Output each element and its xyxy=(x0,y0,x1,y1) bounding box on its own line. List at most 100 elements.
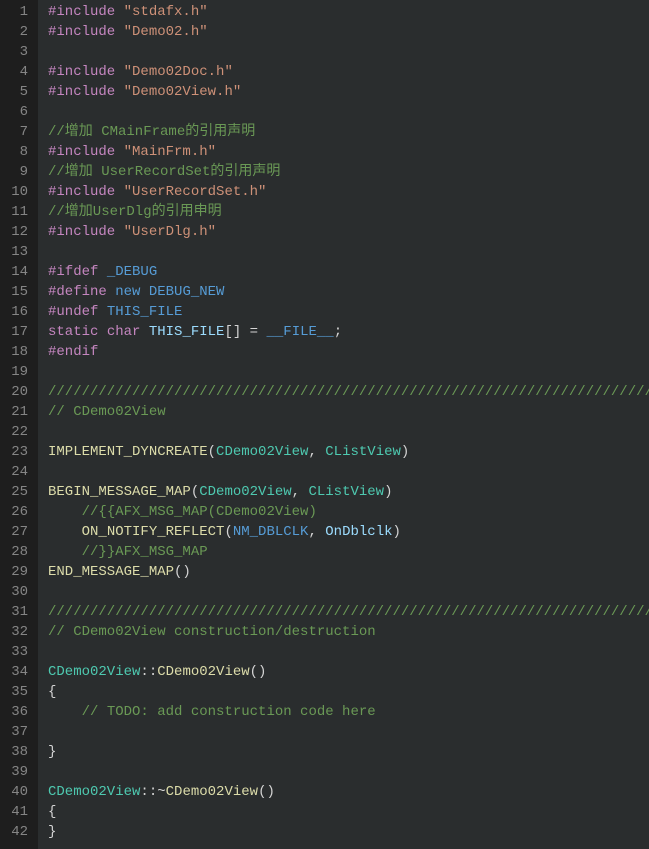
code-line[interactable] xyxy=(48,642,649,662)
code-line[interactable]: #include "stdafx.h" xyxy=(48,2,649,22)
line-number[interactable]: 19 xyxy=(4,362,28,382)
code-line[interactable] xyxy=(48,362,649,382)
token-p xyxy=(48,504,82,520)
line-number[interactable]: 11 xyxy=(4,202,28,222)
line-number[interactable]: 37 xyxy=(4,722,28,742)
code-line[interactable] xyxy=(48,42,649,62)
line-number[interactable]: 31 xyxy=(4,602,28,622)
code-line[interactable]: #undef THIS_FILE xyxy=(48,302,649,322)
code-line[interactable]: #define new DEBUG_NEW xyxy=(48,282,649,302)
line-number[interactable]: 10 xyxy=(4,182,28,202)
line-number[interactable]: 23 xyxy=(4,442,28,462)
line-number[interactable]: 27 xyxy=(4,522,28,542)
line-number[interactable]: 25 xyxy=(4,482,28,502)
code-line[interactable]: // CDemo02View xyxy=(48,402,649,422)
line-number[interactable]: 13 xyxy=(4,242,28,262)
code-line[interactable]: IMPLEMENT_DYNCREATE(CDemo02View, CListVi… xyxy=(48,442,649,462)
token-p: () xyxy=(250,664,267,680)
line-number[interactable]: 34 xyxy=(4,662,28,682)
code-line[interactable] xyxy=(48,762,649,782)
code-line[interactable]: // CDemo02View construction/destruction xyxy=(48,622,649,642)
line-number-gutter[interactable]: 1234567891011121314151617181920212223242… xyxy=(0,0,38,849)
code-line[interactable]: //{{AFX_MSG_MAP(CDemo02View) xyxy=(48,502,649,522)
code-editor[interactable]: 1234567891011121314151617181920212223242… xyxy=(0,0,649,849)
line-number[interactable]: 36 xyxy=(4,702,28,722)
code-line[interactable]: #endif xyxy=(48,342,649,362)
code-line[interactable]: BEGIN_MESSAGE_MAP(CDemo02View, CListView… xyxy=(48,482,649,502)
line-number[interactable]: 22 xyxy=(4,422,28,442)
code-line[interactable] xyxy=(48,422,649,442)
code-line[interactable]: //}}AFX_MSG_MAP xyxy=(48,542,649,562)
code-line[interactable]: CDemo02View::~CDemo02View() xyxy=(48,782,649,802)
code-line[interactable] xyxy=(48,242,649,262)
code-area[interactable]: #include "stdafx.h"#include "Demo02.h" #… xyxy=(38,0,649,849)
line-number[interactable]: 42 xyxy=(4,822,28,842)
code-line[interactable]: #ifdef _DEBUG xyxy=(48,262,649,282)
code-line[interactable]: #include "Demo02Doc.h" xyxy=(48,62,649,82)
line-number[interactable]: 14 xyxy=(4,262,28,282)
line-number[interactable]: 41 xyxy=(4,802,28,822)
code-line[interactable]: //增加 CMainFrame的引用声明 xyxy=(48,122,649,142)
line-number[interactable]: 38 xyxy=(4,742,28,762)
code-line[interactable]: ////////////////////////////////////////… xyxy=(48,602,649,622)
line-number[interactable]: 29 xyxy=(4,562,28,582)
token-p xyxy=(98,304,106,320)
line-number[interactable]: 7 xyxy=(4,122,28,142)
line-number[interactable]: 5 xyxy=(4,82,28,102)
code-line[interactable]: #include "Demo02View.h" xyxy=(48,82,649,102)
token-s: "UserDlg.h" xyxy=(124,224,216,240)
code-line[interactable]: #include "Demo02.h" xyxy=(48,22,649,42)
code-line[interactable]: CDemo02View::CDemo02View() xyxy=(48,662,649,682)
line-number[interactable]: 30 xyxy=(4,582,28,602)
line-number[interactable]: 3 xyxy=(4,42,28,62)
line-number[interactable]: 20 xyxy=(4,382,28,402)
line-number[interactable]: 17 xyxy=(4,322,28,342)
token-d: DEBUG_NEW xyxy=(149,284,225,300)
code-line[interactable] xyxy=(48,582,649,602)
line-number[interactable]: 26 xyxy=(4,502,28,522)
line-number[interactable]: 33 xyxy=(4,642,28,662)
line-number[interactable]: 2 xyxy=(4,22,28,42)
code-line[interactable]: { xyxy=(48,682,649,702)
code-line[interactable] xyxy=(48,102,649,122)
token-c: //增加 CMainFrame的引用声明 xyxy=(48,124,255,140)
code-line[interactable]: static char THIS_FILE[] = __FILE__; xyxy=(48,322,649,342)
code-line[interactable]: // TODO: add construction code here xyxy=(48,702,649,722)
token-p: () xyxy=(258,784,275,800)
code-line[interactable]: #include "UserRecordSet.h" xyxy=(48,182,649,202)
code-line[interactable]: //增加UserDlg的引用申明 xyxy=(48,202,649,222)
code-line[interactable]: ////////////////////////////////////////… xyxy=(48,382,649,402)
code-line[interactable] xyxy=(48,462,649,482)
code-line[interactable]: //增加 UserRecordSet的引用声明 xyxy=(48,162,649,182)
line-number[interactable]: 18 xyxy=(4,342,28,362)
code-line[interactable]: { xyxy=(48,802,649,822)
code-line[interactable]: } xyxy=(48,742,649,762)
line-number[interactable]: 9 xyxy=(4,162,28,182)
token-f: IMPLEMENT_DYNCREATE xyxy=(48,444,208,460)
line-number[interactable]: 12 xyxy=(4,222,28,242)
code-line[interactable]: END_MESSAGE_MAP() xyxy=(48,562,649,582)
line-number[interactable]: 39 xyxy=(4,762,28,782)
line-number[interactable]: 6 xyxy=(4,102,28,122)
token-c: //{{AFX_MSG_MAP(CDemo02View) xyxy=(82,504,317,520)
code-line[interactable]: ON_NOTIFY_REFLECT(NM_DBLCLK, OnDblclk) xyxy=(48,522,649,542)
token-p: ( xyxy=(224,524,232,540)
line-number[interactable]: 16 xyxy=(4,302,28,322)
code-line[interactable]: #include "MainFrm.h" xyxy=(48,142,649,162)
line-number[interactable]: 24 xyxy=(4,462,28,482)
code-line[interactable] xyxy=(48,722,649,742)
code-line[interactable]: #include "UserDlg.h" xyxy=(48,222,649,242)
line-number[interactable]: 28 xyxy=(4,542,28,562)
line-number[interactable]: 8 xyxy=(4,142,28,162)
line-number[interactable]: 21 xyxy=(4,402,28,422)
token-p: } xyxy=(48,744,56,760)
line-number[interactable]: 40 xyxy=(4,782,28,802)
line-number[interactable]: 1 xyxy=(4,2,28,22)
line-number[interactable]: 4 xyxy=(4,62,28,82)
token-k: #include xyxy=(48,64,115,80)
line-number[interactable]: 15 xyxy=(4,282,28,302)
line-number[interactable]: 32 xyxy=(4,622,28,642)
token-k: static xyxy=(48,324,98,340)
code-line[interactable]: } xyxy=(48,822,649,842)
line-number[interactable]: 35 xyxy=(4,682,28,702)
